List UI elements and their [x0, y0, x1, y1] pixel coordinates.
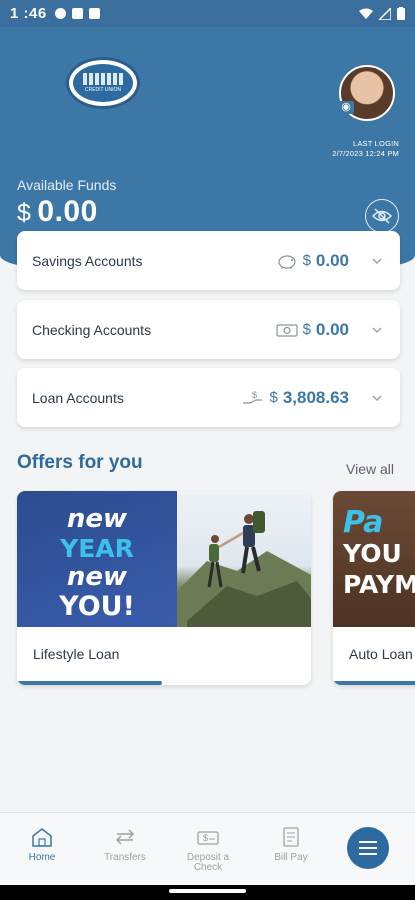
offer-label: Auto Loan: [349, 646, 413, 662]
logo-text: CREDIT UNION: [84, 87, 122, 93]
view-all-link[interactable]: View all: [346, 461, 394, 477]
check-icon: $: [197, 831, 219, 845]
chevron-down-icon[interactable]: [372, 256, 382, 266]
piggy-bank-icon: [276, 253, 298, 269]
offer-card-auto-loan[interactable]: Pa YOU PAYM Auto Loan: [333, 491, 415, 685]
svg-text:$: $: [203, 833, 208, 843]
last-login-label: LAST LOGIN: [352, 139, 399, 148]
loan-accounts-card[interactable]: Loan Accounts $ $ 3,808.63: [17, 368, 400, 427]
account-balance: 0.00: [315, 250, 349, 270]
account-name: Checking Accounts: [32, 321, 152, 338]
app-notification-icon: [71, 8, 83, 19]
account-currency: $: [302, 321, 311, 338]
chevron-down-icon[interactable]: [372, 393, 382, 403]
wifi-icon: [359, 8, 373, 19]
nav-deposit-check[interactable]: $ Deposit a Check: [178, 827, 238, 873]
banner-text: new YEAR new YOU!: [59, 504, 135, 622]
hamburger-icon: [359, 841, 377, 855]
offer-progress-bar: [333, 681, 415, 685]
offer-progress-bar: [17, 681, 162, 685]
settings-icon: [54, 8, 66, 19]
signal-icon: [379, 7, 391, 20]
savings-accounts-card[interactable]: Savings Accounts $ 0.00: [17, 231, 400, 290]
home-icon: [32, 828, 52, 847]
banner-text: Pa YOU PAYM: [343, 505, 415, 599]
bottom-nav: Home Transfers $ Deposit a Check Bill Pa…: [0, 812, 415, 885]
status-system-icons: [359, 7, 405, 20]
svg-text:$: $: [252, 390, 257, 400]
transfer-icon: [115, 829, 135, 845]
offer-card-lifestyle-loan[interactable]: new YEAR new YOU! Lifestyle Loan: [17, 491, 311, 685]
nav-label: Transfers: [104, 852, 146, 863]
home-gesture-pill[interactable]: [169, 889, 246, 893]
available-funds-label: Available Funds: [17, 177, 117, 193]
last-login-value: 2/7/2023 12:24 PM: [332, 149, 399, 158]
offer-label: Lifestyle Loan: [33, 646, 120, 662]
nav-bill-pay[interactable]: Bill Pay: [261, 827, 321, 863]
status-notification-icons: [54, 8, 100, 19]
eye-off-icon: [372, 208, 392, 224]
auto-loan-banner: Pa YOU PAYM: [333, 491, 415, 627]
hide-balance-button[interactable]: [365, 199, 399, 233]
loan-hand-icon: $: [242, 390, 264, 406]
chevron-down-icon[interactable]: [372, 325, 382, 335]
nav-transfers[interactable]: Transfers: [95, 827, 155, 863]
status-bar: 1 :46: [0, 0, 415, 27]
nav-label: Home: [28, 852, 56, 863]
camera-icon[interactable]: ◉: [338, 101, 354, 114]
checking-accounts-card[interactable]: Checking Accounts $ 0.00: [17, 300, 400, 359]
account-name: Loan Accounts: [32, 389, 124, 406]
nav-label: Bill Pay: [274, 852, 308, 863]
funds-value: 0.00: [37, 195, 98, 228]
available-funds-amount: $0.00: [17, 195, 98, 229]
last-login: LAST LOGIN 2/7/2023 12:24 PM: [332, 139, 399, 159]
hikers-photo: [177, 491, 311, 627]
battery-icon: [397, 7, 405, 20]
account-currency: $: [302, 252, 311, 269]
menu-button[interactable]: [347, 827, 389, 869]
credit-union-logo: CREDIT UNION: [66, 57, 140, 109]
account-currency: $: [269, 389, 278, 406]
account-name: Savings Accounts: [32, 252, 143, 269]
account-balance: 3,808.63: [282, 387, 349, 407]
funds-currency: $: [17, 199, 32, 227]
nav-label: Deposit a Check: [186, 852, 230, 873]
offers-title: Offers for you: [17, 452, 143, 473]
sd-card-icon: [88, 8, 100, 19]
account-balance: 0.00: [315, 319, 349, 339]
lifestyle-loan-banner: new YEAR new YOU!: [17, 491, 311, 627]
cash-icon: [275, 322, 298, 338]
status-time: 1 :46: [10, 5, 47, 22]
nav-home[interactable]: Home: [12, 827, 72, 863]
system-nav-bar: [0, 885, 415, 900]
bill-icon: [283, 827, 299, 847]
